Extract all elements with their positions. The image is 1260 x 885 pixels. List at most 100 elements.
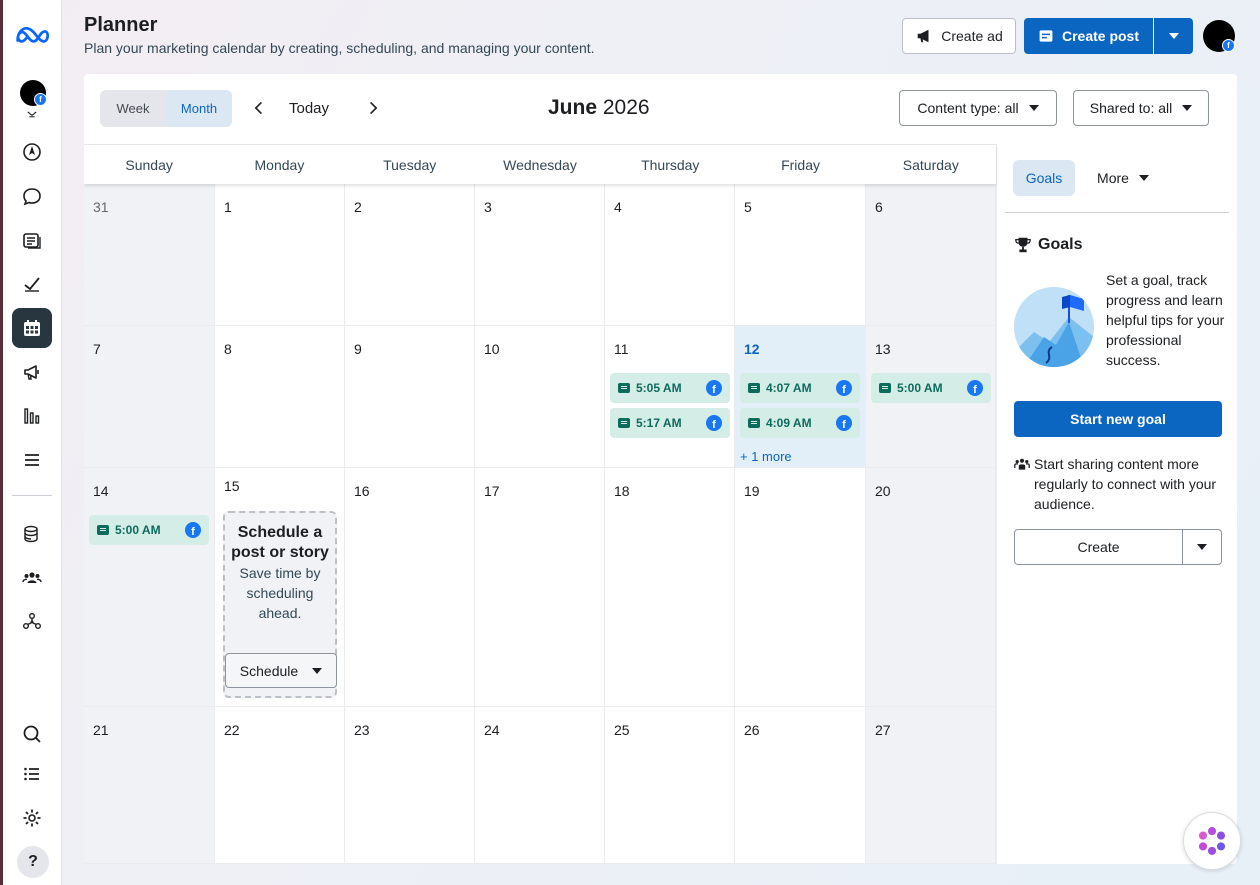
meta-logo[interactable] bbox=[12, 16, 52, 56]
day-cell[interactable]: 5 bbox=[735, 184, 866, 326]
ai-assistant-button[interactable] bbox=[1183, 812, 1241, 870]
post-icon bbox=[748, 418, 760, 428]
day-cell[interactable]: 20 bbox=[866, 468, 996, 707]
sidebar-item-search[interactable] bbox=[12, 714, 52, 754]
day-cell[interactable]: 9 bbox=[345, 326, 475, 468]
goals-description: Set a goal, track progress and learn hel… bbox=[1106, 272, 1225, 368]
sidebar-item-settings[interactable] bbox=[12, 798, 52, 838]
facebook-icon: f bbox=[967, 380, 983, 396]
day-cell[interactable]: 14 5:00 AM f bbox=[84, 468, 215, 707]
calendar-grid: 31 1 2 3 4 5 6 7 8 9 10 11 5:05 AM f 5:1… bbox=[84, 184, 996, 864]
sidebar-item-integrations[interactable] bbox=[12, 601, 52, 641]
post-time: 5:17 AM bbox=[636, 416, 682, 430]
day-cell[interactable]: 23 bbox=[345, 707, 475, 864]
month-name: June bbox=[548, 96, 598, 119]
day-number: 4 bbox=[614, 199, 622, 215]
tab-goals[interactable]: Goals bbox=[1013, 160, 1075, 196]
chevron-down-icon bbox=[1182, 105, 1193, 111]
scheduled-post[interactable]: 5:17 AM f bbox=[610, 408, 730, 438]
day-cell[interactable]: 7 bbox=[84, 326, 215, 468]
network-nodes-icon bbox=[23, 613, 41, 629]
schedule-button[interactable]: Schedule bbox=[225, 653, 337, 688]
sidebar-item-planner[interactable] bbox=[12, 308, 52, 348]
tab-more[interactable]: More bbox=[1087, 160, 1159, 196]
day-cell[interactable]: 27 bbox=[866, 707, 996, 864]
scheduled-post[interactable]: 5:05 AM f bbox=[610, 373, 730, 403]
facebook-icon: f bbox=[706, 380, 722, 396]
sidebar-item-inbox[interactable] bbox=[12, 176, 52, 216]
day-cell[interactable]: 3 bbox=[475, 184, 605, 326]
sidebar-item-home[interactable] bbox=[12, 132, 52, 172]
chat-bubble-icon bbox=[23, 188, 41, 206]
shared-to-dropdown[interactable]: Shared to: all bbox=[1073, 90, 1209, 126]
create-dropdown-button[interactable] bbox=[1183, 530, 1221, 564]
facebook-badge-icon: f bbox=[34, 93, 47, 106]
menu-icon bbox=[25, 454, 39, 466]
create-post-button[interactable]: Create post bbox=[1024, 18, 1153, 54]
panel-divider bbox=[1005, 212, 1229, 213]
scheduled-post[interactable]: 5:00 AM f bbox=[89, 515, 209, 545]
day-cell[interactable]: 21 bbox=[84, 707, 215, 864]
weekday-monday: Monday bbox=[254, 156, 305, 173]
create-ad-button[interactable]: Create ad bbox=[902, 18, 1016, 54]
day-cell[interactable]: 16 bbox=[345, 468, 475, 707]
content-type-dropdown[interactable]: Content type: all bbox=[899, 90, 1057, 126]
day-cell-today[interactable]: 12 4:07 AM f 4:09 AM f + 1 more bbox=[735, 326, 866, 468]
chevron-down-icon bbox=[1197, 544, 1207, 550]
day-cell[interactable]: 24 bbox=[475, 707, 605, 864]
more-posts-link[interactable]: + 1 more bbox=[740, 449, 792, 464]
help-button[interactable]: ? bbox=[17, 846, 49, 878]
day-cell[interactable]: 19 bbox=[735, 468, 866, 707]
today-button[interactable]: Today bbox=[289, 100, 329, 117]
day-number: 26 bbox=[744, 722, 760, 738]
profile-avatar[interactable]: f bbox=[1203, 20, 1235, 52]
day-cell[interactable]: 8 bbox=[215, 326, 345, 468]
weekday-wednesday: Wednesday bbox=[503, 156, 577, 173]
day-cell[interactable]: 6 bbox=[866, 184, 996, 326]
day-number: 10 bbox=[484, 341, 500, 357]
sidebar-item-insights[interactable] bbox=[12, 264, 52, 304]
sidebar-item-people[interactable] bbox=[12, 557, 52, 597]
calendar-icon bbox=[24, 320, 40, 336]
scheduled-post[interactable]: 5:00 AM f bbox=[871, 373, 991, 403]
day-cell[interactable]: 25 bbox=[605, 707, 735, 864]
day-cell[interactable]: 13 5:00 AM f bbox=[866, 326, 996, 468]
day-cell[interactable]: 17 bbox=[475, 468, 605, 707]
day-cell[interactable]: 10 bbox=[475, 326, 605, 468]
sidebar-item-collapse[interactable] bbox=[12, 106, 52, 122]
day-number: 3 bbox=[484, 199, 492, 215]
create-split-button: Create bbox=[1014, 529, 1222, 565]
view-week-button[interactable]: Week bbox=[100, 90, 166, 127]
day-cell[interactable]: 31 bbox=[84, 184, 215, 326]
post-time: 5:05 AM bbox=[636, 381, 682, 395]
day-cell[interactable]: 22 bbox=[215, 707, 345, 864]
shared-to-label: Shared to: all bbox=[1089, 100, 1173, 116]
weekday-saturday: Saturday bbox=[902, 156, 959, 173]
sidebar-item-analytics[interactable] bbox=[12, 396, 52, 436]
sidebar-item-content[interactable] bbox=[12, 220, 52, 260]
day-cell[interactable]: 1 bbox=[215, 184, 345, 326]
sidebar-item-all-tools[interactable] bbox=[12, 440, 52, 480]
day-cell[interactable]: 4 bbox=[605, 184, 735, 326]
gear-icon bbox=[23, 809, 41, 827]
content-type-label: Content type: all bbox=[917, 100, 1019, 116]
next-month-button[interactable] bbox=[361, 96, 385, 120]
account-avatar[interactable]: f bbox=[20, 80, 47, 106]
create-post-dropdown-button[interactable] bbox=[1154, 18, 1193, 54]
scheduled-post[interactable]: 4:09 AM f bbox=[740, 408, 860, 438]
day-cell[interactable]: 2 bbox=[345, 184, 475, 326]
chevron-down-icon bbox=[312, 667, 323, 674]
post-time: 4:07 AM bbox=[766, 381, 812, 395]
day-cell[interactable]: 18 bbox=[605, 468, 735, 707]
sidebar-item-billing[interactable] bbox=[12, 514, 52, 554]
sidebar-item-list[interactable] bbox=[12, 754, 52, 794]
start-new-goal-button[interactable]: Start new goal bbox=[1014, 401, 1222, 437]
create-button[interactable]: Create bbox=[1015, 530, 1183, 564]
sidebar-item-ads[interactable] bbox=[12, 352, 52, 392]
weekday-header: Sunday Monday Tuesday Wednesday Thursday… bbox=[84, 144, 996, 184]
view-month-button[interactable]: Month bbox=[166, 90, 232, 127]
scheduled-post[interactable]: 4:07 AM f bbox=[740, 373, 860, 403]
day-cell[interactable]: 11 5:05 AM f 5:17 AM f bbox=[605, 326, 735, 468]
previous-month-button[interactable] bbox=[247, 96, 271, 120]
day-cell[interactable]: 26 bbox=[735, 707, 866, 864]
